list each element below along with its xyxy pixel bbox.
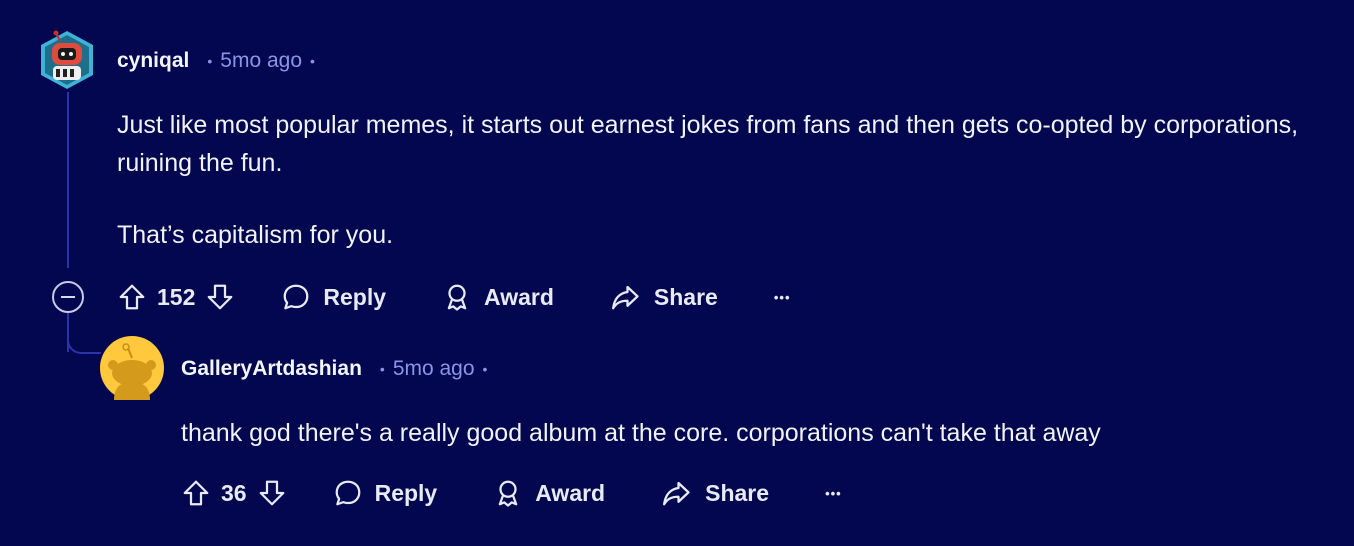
award-ribbon-icon (447, 284, 467, 311)
upvote-arrow-icon (183, 480, 209, 506)
upvote-arrow-icon (119, 284, 145, 310)
award-label: Award (484, 283, 554, 310)
reply-label: Reply (374, 479, 438, 506)
timestamp[interactable]: 5mo ago (220, 49, 302, 73)
comment-paragraph: thank god there's a really good album at… (181, 419, 1101, 447)
comment-paragraph: That’s capitalism for you. (117, 221, 394, 249)
downvote-button[interactable] (257, 478, 287, 508)
robot-avatar-icon (41, 30, 93, 89)
thread-line (67, 92, 69, 268)
more-options-button[interactable]: ••• (825, 486, 842, 501)
upvote-button[interactable] (181, 478, 211, 508)
share-button[interactable]: Share (610, 282, 718, 312)
comment-body: Just like most popular memes, it starts … (117, 106, 1342, 254)
separator-dot: • (207, 53, 213, 69)
separator-dot: • (379, 361, 385, 377)
comment-bubble-icon (284, 284, 309, 310)
comment-paragraph: Just like most popular memes, it starts … (117, 111, 1299, 177)
award-button[interactable]: Award (442, 282, 554, 312)
comment-actions: 152 Reply Award Share ••• (117, 277, 791, 317)
more-options-button[interactable]: ••• (774, 290, 791, 305)
more-options-icon: ••• (773, 289, 791, 305)
thread-connector (67, 330, 101, 354)
comment-body: thank god there's a really good album at… (181, 414, 1341, 452)
award-label: Award (535, 479, 606, 506)
comment-bubble-icon (335, 480, 360, 506)
award-ribbon-icon (498, 480, 518, 507)
share-arrow-icon (611, 285, 639, 310)
share-label: Share (653, 283, 718, 310)
downvote-arrow-icon (208, 284, 233, 310)
comment-meta: cyniqal • 5mo ago • (117, 46, 323, 76)
reply-button[interactable]: Reply (333, 478, 438, 508)
timestamp[interactable]: 5mo ago (393, 357, 475, 381)
minus-icon (61, 296, 75, 298)
username[interactable]: cyniqal (117, 49, 189, 73)
downvote-button[interactable] (205, 282, 235, 312)
avatar[interactable] (100, 336, 164, 400)
more-options-icon: ••• (825, 485, 842, 501)
username[interactable]: GalleryArtdashian (181, 357, 362, 381)
downvote-arrow-icon (259, 480, 284, 506)
share-arrow-icon (663, 481, 690, 506)
share-label: Share (705, 479, 770, 506)
avatar[interactable] (36, 29, 98, 91)
reply-button[interactable]: Reply (281, 282, 386, 312)
share-button[interactable]: Share (661, 478, 769, 508)
award-button[interactable]: Award (493, 478, 605, 508)
snoo-avatar-icon (100, 336, 164, 400)
comment-meta: GalleryArtdashian • 5mo ago • (181, 354, 495, 384)
vote-count: 36 (221, 479, 247, 506)
upvote-button[interactable] (117, 282, 147, 312)
collapse-thread-button[interactable] (52, 281, 84, 313)
vote-count: 152 (157, 283, 196, 310)
comment-actions: 36 Reply Award Share ••• (181, 473, 842, 513)
reply-label: Reply (323, 283, 387, 310)
separator-dot: • (310, 53, 315, 69)
separator-dot: • (482, 361, 488, 377)
